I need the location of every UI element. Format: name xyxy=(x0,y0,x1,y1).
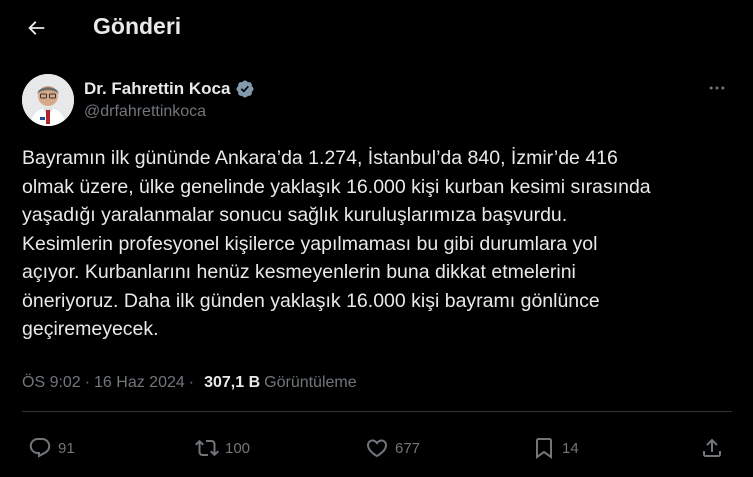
author-name[interactable]: Dr. Fahrettin Koca xyxy=(84,79,230,99)
avatar-image xyxy=(22,74,74,126)
like-icon xyxy=(366,439,388,458)
name-row: Dr. Fahrettin Koca xyxy=(84,79,255,99)
repost-icon xyxy=(195,439,219,457)
meta-separator: · xyxy=(188,374,195,391)
author-handle[interactable]: @drfahrettinkoca xyxy=(84,103,206,121)
bookmark-button[interactable]: 14 xyxy=(532,428,579,468)
bookmark-icon xyxy=(536,438,552,459)
views-label: Görüntüleme xyxy=(264,374,357,391)
verified-badge-icon xyxy=(235,79,255,99)
share-button[interactable] xyxy=(700,428,724,468)
tweet-text: Bayramın ilk gününde Ankara’da 1.274, İs… xyxy=(22,147,651,340)
bookmark-count: 14 xyxy=(562,439,579,457)
page-title: Gönderi xyxy=(93,13,182,39)
like-button[interactable]: 677 xyxy=(365,428,420,468)
action-bar: 91 100 677 14 xyxy=(0,428,753,468)
share-icon xyxy=(703,438,721,457)
views-count: 307,1 B xyxy=(204,374,261,391)
like-count: 677 xyxy=(395,439,421,457)
back-arrow-icon xyxy=(28,21,45,35)
reply-count: 91 xyxy=(58,439,75,457)
back-button[interactable] xyxy=(20,12,52,44)
repost-count: 100 xyxy=(225,439,251,457)
top-bar: Gönderi xyxy=(0,0,753,56)
tweet-time[interactable]: ÖS 9:02 xyxy=(22,374,81,392)
tweet-date[interactable]: 16 Haz 2024 xyxy=(94,374,185,392)
divider xyxy=(22,411,732,412)
tweet-author: Dr. Fahrettin Koca @drfahrettinkoca xyxy=(22,74,732,128)
meta-separator: · xyxy=(84,374,91,391)
tweet-meta: ÖS 9:02 · 16 Haz 2024 · 307,1 B Görüntül… xyxy=(22,374,357,392)
reply-button[interactable]: 91 xyxy=(28,428,75,468)
avatar[interactable] xyxy=(22,74,74,126)
repost-button[interactable]: 100 xyxy=(195,428,250,468)
more-options-icon xyxy=(709,86,725,90)
more-options-button[interactable] xyxy=(702,76,732,100)
reply-icon xyxy=(29,438,51,458)
